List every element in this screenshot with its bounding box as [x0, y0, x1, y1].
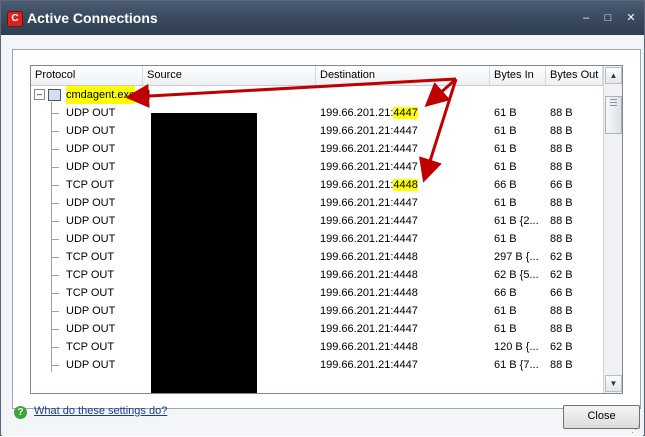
active-connections-window: C Active Connections – □ ✕ Protocol Sour… — [0, 0, 645, 436]
annotation-arrows — [125, 77, 458, 183]
annotation-arrow-process — [125, 77, 457, 108]
